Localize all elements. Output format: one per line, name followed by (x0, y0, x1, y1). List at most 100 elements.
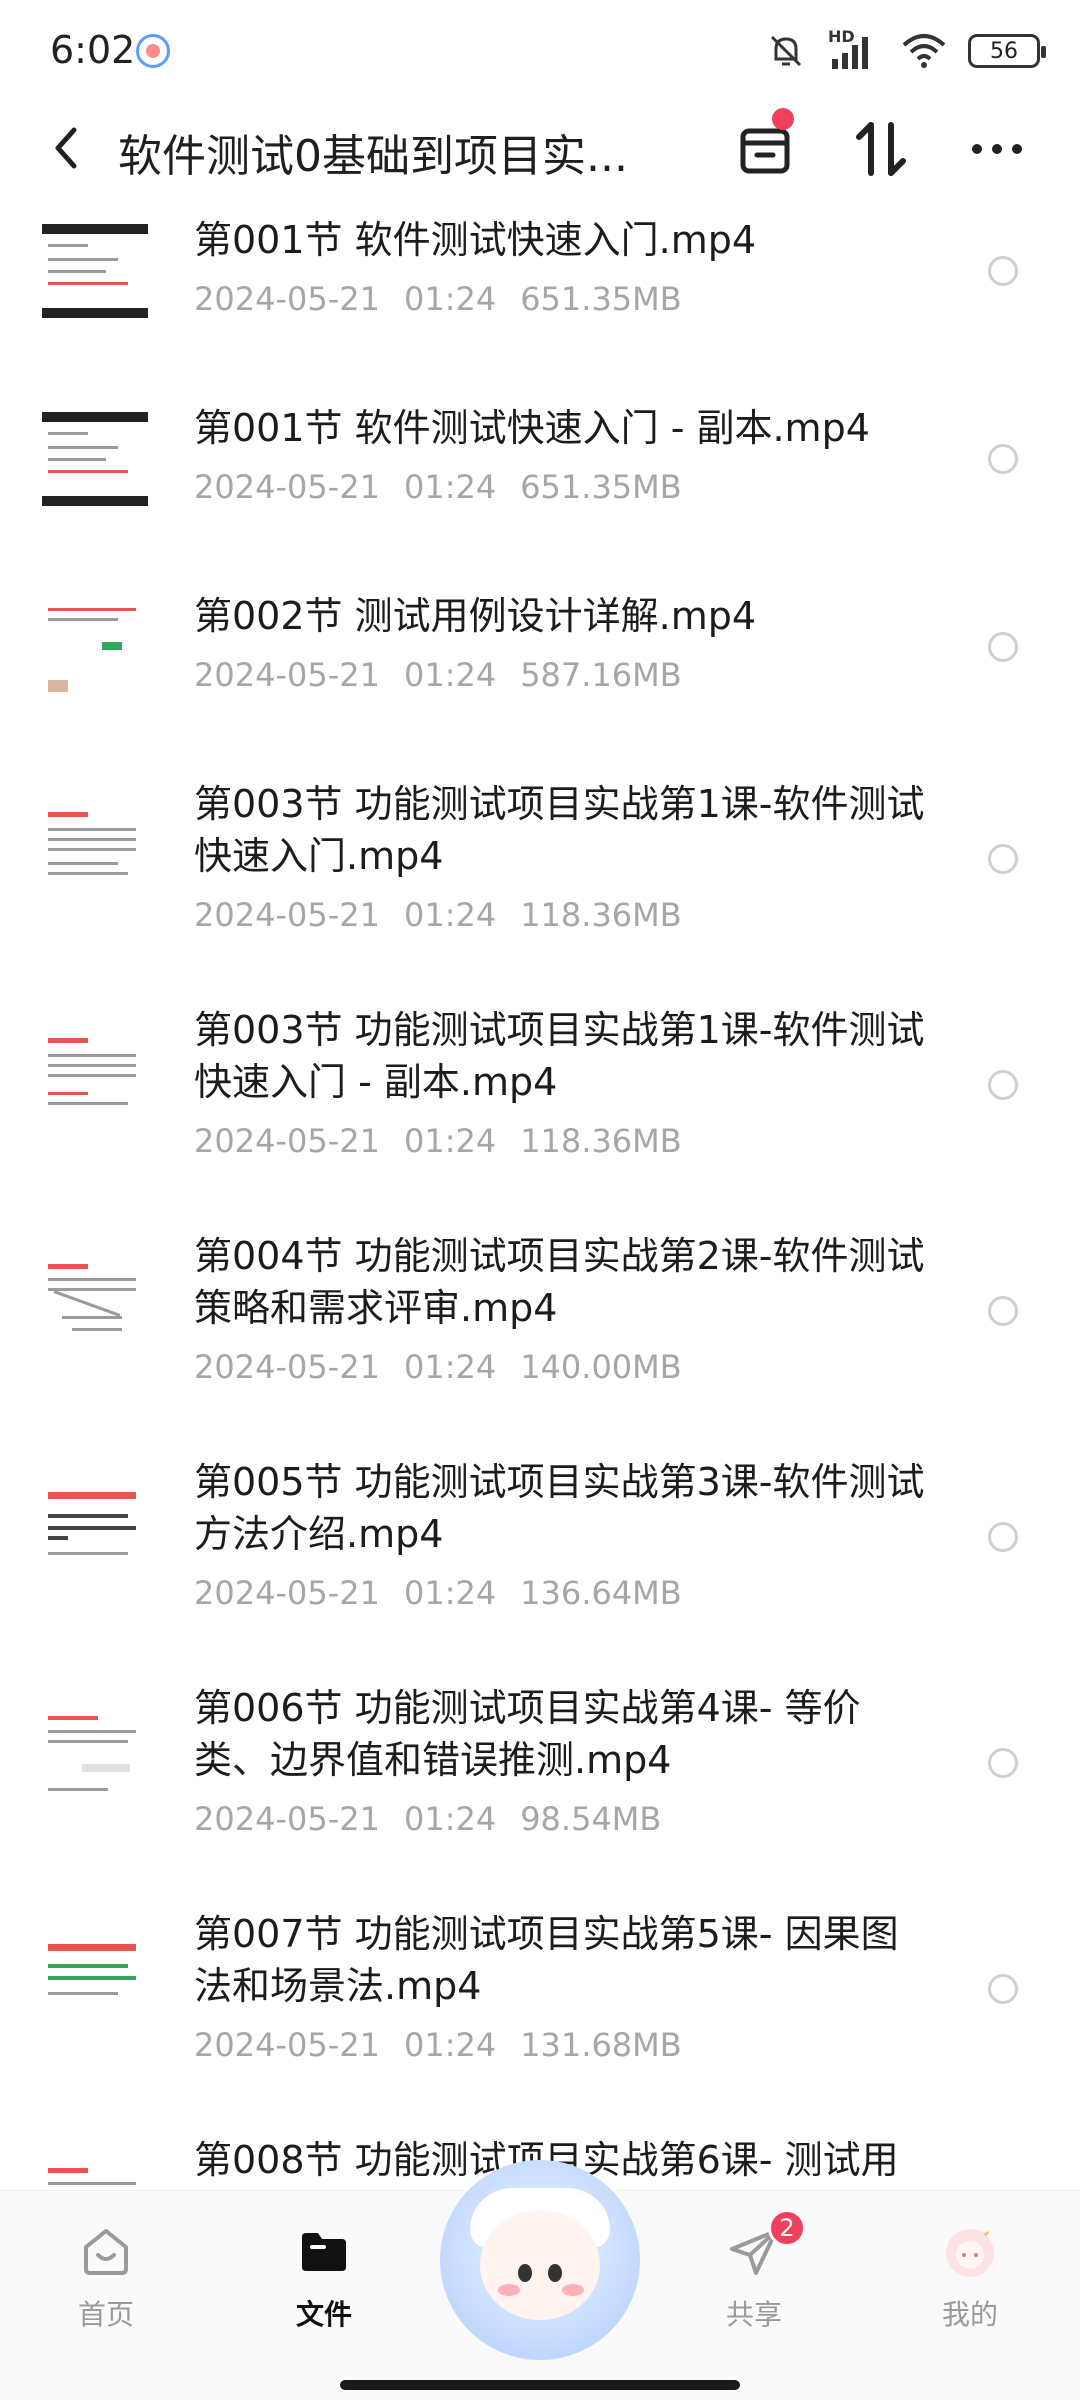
home-icon (76, 2221, 136, 2281)
file-row[interactable]: 第001节 软件测试快速入门 - 副本.mp4 2024-05-21 01:24 6… (0, 388, 1080, 576)
mascot-face-icon (480, 2210, 600, 2320)
more-button[interactable] (962, 114, 1032, 184)
nav-share[interactable]: 2 共享 (684, 2209, 824, 2351)
file-time: 01:24 (403, 2026, 497, 2064)
more-dots-icon (972, 144, 1022, 154)
file-meta: 2024-05-21 01:24 136.64MB (194, 1574, 706, 1612)
file-date: 2024-05-21 (194, 1348, 380, 1386)
file-date: 2024-05-21 (194, 1574, 380, 1612)
select-radio[interactable] (988, 256, 1018, 286)
file-size: 98.54MB (520, 1800, 662, 1838)
nav-home-label: 首页 (77, 2298, 134, 2331)
video-thumbnail (42, 1930, 148, 2036)
paper-plane-icon: 2 (724, 2209, 806, 2281)
file-time: 01:24 (403, 468, 497, 506)
file-meta: 2024-05-21 01:24 587.16MB (194, 656, 706, 694)
top-bar: 软件测试0基础到项目实... (0, 100, 1080, 200)
file-time: 01:24 (403, 280, 497, 318)
file-size: 131.68MB (520, 2026, 682, 2064)
status-indicators: HD 56 (766, 26, 1046, 76)
file-name: 第006节 功能测试项目实战第4课- 等价类、边界值和错误推测.mp4 (194, 1686, 861, 1782)
file-time: 01:24 (403, 656, 497, 694)
file-meta: 2024-05-21 01:24 98.54MB (194, 1800, 685, 1838)
back-button[interactable] (36, 118, 96, 178)
file-row[interactable]: 第007节 功能测试项目实战第5课- 因果图法和场景法.mp4 2024-05-… (0, 1894, 1080, 2120)
notification-dot (772, 108, 794, 130)
file-size: 118.36MB (520, 1122, 682, 1160)
file-meta: 2024-05-21 01:24 140.00MB (194, 1348, 706, 1386)
mute-bell-icon (770, 35, 802, 67)
video-thumbnail (42, 2156, 148, 2190)
file-name: 第002节 测试用例设计详解.mp4 (194, 594, 757, 638)
file-size: 136.64MB (520, 1574, 682, 1612)
file-row[interactable]: 第004节 功能测试项目实战第2课-软件测试策略和需求评审.mp4 2024-0… (0, 1216, 1080, 1442)
archive-button[interactable] (730, 108, 800, 184)
select-radio[interactable] (988, 444, 1018, 474)
file-size: 651.35MB (520, 280, 682, 318)
file-row[interactable]: 第003节 功能测试项目实战第1课-软件测试快速入门 - 副本.mp4 2024… (0, 990, 1080, 1216)
file-list: 第001节 软件测试快速入门.mp4 2024-05-21 01:24 651.35… (0, 200, 1080, 2190)
file-name: 第007节 功能测试项目实战第5课- 因果图法和场景法.mp4 (194, 1912, 899, 2008)
select-radio[interactable] (988, 1522, 1018, 1552)
status-time: 6:02 (50, 28, 136, 72)
avatar (940, 2221, 1000, 2281)
video-thumbnail (42, 1252, 148, 1358)
file-date: 2024-05-21 (194, 1800, 380, 1838)
file-row[interactable]: 第001节 软件测试快速入门.mp4 2024-05-21 01:24 651.35… (0, 200, 1080, 388)
file-date: 2024-05-21 (194, 656, 380, 694)
file-date: 2024-05-21 (194, 468, 380, 506)
file-row[interactable]: 第003节 功能测试项目实战第1课-软件测试快速入门.mp4 2024-05-2… (0, 764, 1080, 990)
file-size: 140.00MB (520, 1348, 682, 1386)
file-meta: 2024-05-21 01:24 651.35MB (194, 468, 706, 506)
video-thumbnail (42, 218, 148, 324)
app-notification-icon (136, 34, 170, 68)
file-time: 01:24 (403, 1574, 497, 1612)
nav-home[interactable]: 首页 (36, 2221, 176, 2351)
file-size: 118.36MB (520, 896, 682, 934)
file-time: 01:24 (403, 896, 497, 934)
select-radio[interactable] (988, 1296, 1018, 1326)
file-size: 587.16MB (520, 656, 682, 694)
file-meta: 2024-05-21 01:24 118.36MB (194, 896, 706, 934)
video-thumbnail (42, 1478, 148, 1584)
file-date: 2024-05-21 (194, 896, 380, 934)
select-radio[interactable] (988, 1748, 1018, 1778)
file-meta: 2024-05-21 01:24 131.68MB (194, 2026, 706, 2064)
file-name: 第001节 软件测试快速入门.mp4 (194, 218, 757, 262)
file-date: 2024-05-21 (194, 2026, 380, 2064)
file-name: 第004节 功能测试项目实战第2课-软件测试策略和需求评审.mp4 (194, 1234, 925, 1330)
file-name: 第003节 功能测试项目实战第1课-软件测试快速入门 - 副本.mp4 (194, 1008, 925, 1104)
file-meta: 2024-05-21 01:24 651.35MB (194, 280, 706, 318)
select-radio[interactable] (988, 1974, 1018, 2004)
nav-share-label: 共享 (725, 2298, 782, 2331)
select-radio[interactable] (988, 632, 1018, 662)
file-row[interactable]: 第006节 功能测试项目实战第4课- 等价类、边界值和错误推测.mp4 2024… (0, 1668, 1080, 1894)
file-time: 01:24 (403, 1348, 497, 1386)
chevron-left-icon (55, 127, 77, 169)
status-bar: 6:02 HD 56 (0, 0, 1080, 100)
video-thumbnail (42, 594, 148, 700)
select-radio[interactable] (988, 1070, 1018, 1100)
video-thumbnail (42, 1026, 148, 1132)
assistant-mascot-button[interactable] (440, 2160, 640, 2360)
signal-icon: HD (828, 27, 880, 71)
nav-files[interactable]: 文件 (254, 2221, 394, 2351)
file-name: 第005节 功能测试项目实战第3课-软件测试方法介绍.mp4 (194, 1460, 925, 1556)
sort-button[interactable] (846, 114, 916, 184)
file-name: 第003节 功能测试项目实战第1课-软件测试快速入门.mp4 (194, 782, 925, 878)
nav-files-label: 文件 (295, 2298, 352, 2331)
file-date: 2024-05-21 (194, 280, 380, 318)
wifi-icon (902, 34, 946, 68)
select-radio[interactable] (988, 844, 1018, 874)
file-name: 第001节 软件测试快速入门 - 副本.mp4 (194, 406, 870, 450)
file-row[interactable]: 第005节 功能测试项目实战第3课-软件测试方法介绍.mp4 2024-05-2… (0, 1442, 1080, 1668)
file-meta: 2024-05-21 01:24 118.36MB (194, 1122, 706, 1160)
home-indicator (340, 2380, 740, 2390)
battery-indicator: 56 (968, 34, 1046, 68)
file-row[interactable]: 第002节 测试用例设计详解.mp4 2024-05-21 01:24 587.16… (0, 576, 1080, 764)
share-badge: 2 (768, 2209, 806, 2247)
folder-title: 软件测试0基础到项目实... (118, 131, 628, 182)
file-time: 01:24 (403, 1800, 497, 1838)
file-size: 651.35MB (520, 468, 682, 506)
nav-mine[interactable]: 我的 (900, 2221, 1040, 2351)
